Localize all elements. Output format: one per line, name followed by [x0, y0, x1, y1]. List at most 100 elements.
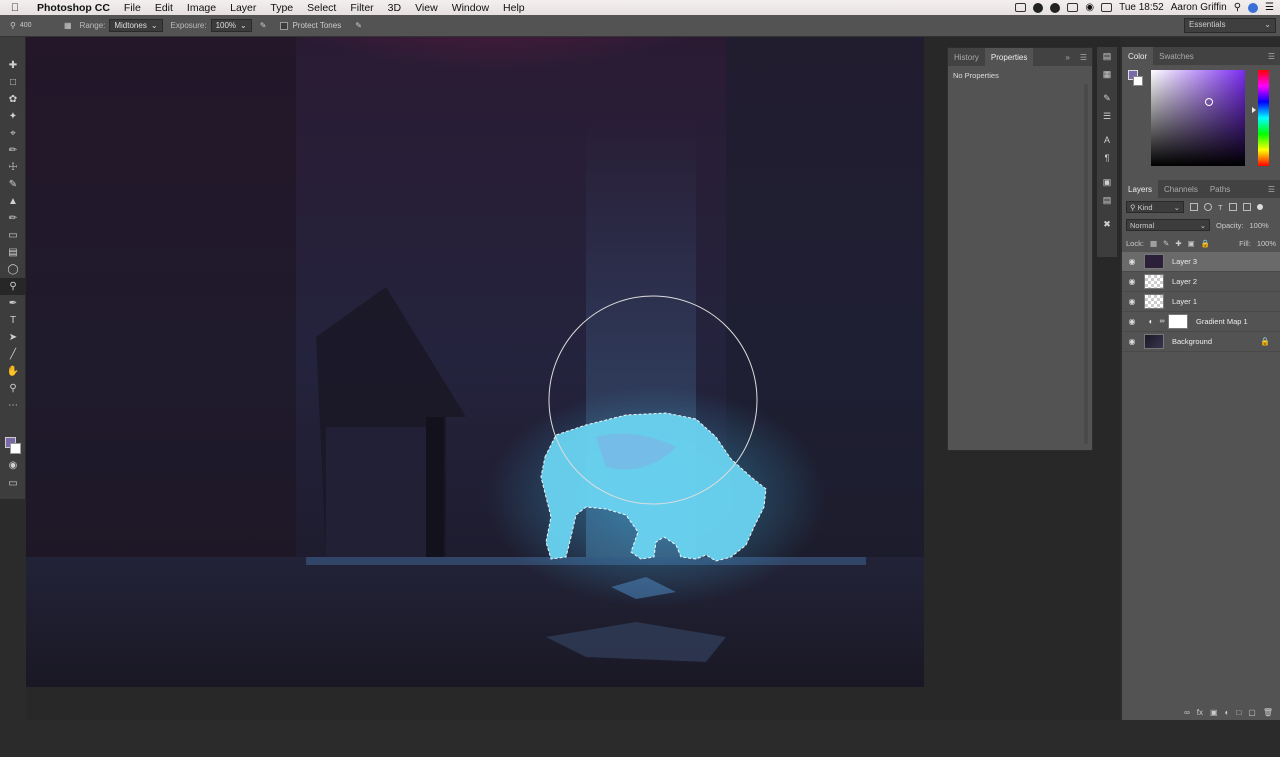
workspace-switcher[interactable]: Essentials ⌄ [1184, 18, 1276, 33]
history-icon[interactable]: ▤ [1097, 47, 1117, 65]
layer-row-gradient-map[interactable]: ◉ ◐ ∞ Gradient Map 1 [1122, 312, 1280, 332]
paragraph-icon[interactable]: ¶ [1097, 149, 1117, 167]
pressure-size-icon[interactable]: ✎ [355, 21, 362, 30]
lock-position-icon[interactable]: ✚ [1175, 239, 1181, 248]
layer-row-background[interactable]: ◉ Background 🔒 [1122, 332, 1280, 352]
visibility-eye-icon[interactable]: ◉ [1122, 297, 1142, 306]
new-group-icon[interactable]: □ [1236, 708, 1241, 717]
tab-channels[interactable]: Channels [1158, 180, 1204, 198]
menu-window[interactable]: Window [445, 2, 496, 14]
protect-tones-checkbox[interactable] [280, 21, 289, 30]
libraries-icon[interactable]: ▣ [1097, 173, 1117, 191]
panel-menu-icon[interactable]: ☰ [1075, 53, 1092, 62]
panel-menu-icon[interactable]: ☰ [1263, 185, 1280, 194]
collapse-panel-icon[interactable]: » [1060, 53, 1074, 62]
visibility-eye-icon[interactable]: ◉ [1122, 317, 1142, 326]
menu-user[interactable]: Aaron Griffin [1171, 2, 1227, 13]
layer-row-layer-3[interactable]: ◉ Layer 3 [1122, 252, 1280, 272]
lasso-tool-icon[interactable]: ✿ [0, 91, 26, 108]
menu-view[interactable]: View [408, 2, 445, 14]
background-color-swatch[interactable] [10, 443, 21, 454]
smart-object-filter-icon[interactable] [1242, 203, 1251, 211]
menu-select[interactable]: Select [300, 2, 343, 14]
layer-name[interactable]: Layer 3 [1172, 257, 1197, 266]
character-icon[interactable]: A [1097, 131, 1117, 149]
layer-name[interactable]: Background [1172, 337, 1212, 346]
line-tool-icon[interactable]: ╱ [0, 346, 26, 363]
layer-filter-kind[interactable]: ⚲ Kind ⌄ [1126, 201, 1184, 213]
airbrush-icon[interactable]: ✎ [260, 21, 267, 30]
fill-value[interactable]: 100% [1257, 239, 1276, 248]
panel-menu-icon[interactable]: ☰ [1263, 52, 1280, 61]
crop-tool-icon[interactable]: ⌖ [0, 125, 26, 142]
path-select-tool-icon[interactable]: ➤ [0, 329, 26, 346]
quick-mask-icon[interactable]: ◉ [0, 457, 26, 474]
menu-3d[interactable]: 3D [381, 2, 408, 14]
magic-wand-tool-icon[interactable]: ✦ [0, 108, 26, 125]
delete-layer-icon[interactable]: 🗑 [1263, 708, 1273, 717]
brush-panel-icon[interactable]: ▦ [64, 21, 72, 30]
move-tool-icon[interactable]: ✚ [0, 57, 26, 74]
battery-icon[interactable] [1101, 3, 1113, 12]
sync-icon[interactable] [1050, 2, 1061, 13]
layer-mask-thumbnail[interactable] [1168, 314, 1188, 329]
menu-filter[interactable]: Filter [343, 2, 380, 14]
lock-artboard-icon[interactable]: ▣ [1188, 239, 1195, 248]
add-mask-icon[interactable]: ▣ [1210, 708, 1218, 717]
tab-history[interactable]: History [948, 48, 985, 66]
adjustment-layer-icon[interactable]: ◐ [1144, 317, 1158, 326]
more-tools-icon[interactable]: ⋯ [0, 397, 26, 414]
lock-transparency-icon[interactable]: ▦ [1150, 239, 1157, 248]
hue-slider[interactable] [1258, 70, 1269, 166]
properties-scrollbar[interactable] [1084, 84, 1088, 444]
tab-swatches[interactable]: Swatches [1153, 47, 1200, 65]
opacity-value[interactable]: 100% [1250, 221, 1269, 230]
eyedropper-tool-icon[interactable]: ✏ [0, 142, 26, 159]
pen-tool-icon[interactable]: ✒ [0, 295, 26, 312]
stamp-tool-icon[interactable]: ▲ [0, 193, 26, 210]
menu-file[interactable]: File [117, 2, 148, 14]
menu-image[interactable]: Image [180, 2, 223, 14]
type-tool-icon[interactable]: T [0, 312, 26, 329]
color-picker-ring[interactable] [1205, 98, 1213, 106]
new-layer-icon[interactable]: ▢ [1248, 708, 1256, 717]
screen-mode-icon[interactable]: ▭ [0, 475, 26, 492]
apple-menu-icon[interactable]:  [0, 2, 30, 14]
pixel-filter-icon[interactable] [1190, 203, 1198, 211]
creative-cloud-icon[interactable] [1033, 2, 1044, 13]
range-select[interactable]: Midtones ⌄ [109, 19, 163, 32]
notification-center-icon[interactable]: ☰ [1265, 2, 1274, 13]
canvas[interactable] [26, 37, 924, 687]
menu-layer[interactable]: Layer [223, 2, 263, 14]
menu-edit[interactable]: Edit [148, 2, 180, 14]
menu-photoshop[interactable]: Photoshop CC [30, 2, 117, 14]
tools-presets-icon[interactable]: ✖ [1097, 215, 1117, 233]
lock-all-icon[interactable]: 🔒 [1201, 239, 1210, 248]
menu-clock[interactable]: Tue 18:52 [1119, 2, 1164, 13]
menu-type[interactable]: Type [263, 2, 300, 14]
styles-icon[interactable]: ▤ [1097, 191, 1117, 209]
dodge-tool-icon[interactable]: ⚲ [0, 278, 26, 295]
layer-thumbnail[interactable] [1144, 254, 1164, 269]
brush-settings-icon[interactable]: ✎ [1097, 89, 1117, 107]
visibility-eye-icon[interactable]: ◉ [1122, 337, 1142, 346]
layer-name[interactable]: Layer 2 [1172, 277, 1197, 286]
tool-preset-picker[interactable]: ⚲ 400 [0, 15, 60, 37]
layer-thumbnail[interactable] [1144, 334, 1164, 349]
brush-tool-icon[interactable]: ✎ [0, 176, 26, 193]
exposure-input[interactable]: 100% ⌄ [210, 19, 252, 32]
layer-name[interactable]: Gradient Map 1 [1196, 317, 1248, 326]
tab-paths[interactable]: Paths [1204, 180, 1236, 198]
tab-properties[interactable]: Properties [984, 48, 1034, 66]
hand-tool-icon[interactable]: ✋ [0, 363, 26, 380]
history-brush-tool-icon[interactable]: ✏ [0, 210, 26, 227]
marquee-tool-icon[interactable]: □ [0, 74, 26, 91]
siri-icon[interactable] [1248, 2, 1259, 13]
gradient-tool-icon[interactable]: ▤ [0, 244, 26, 261]
new-adjustment-icon[interactable]: ◐ [1225, 708, 1230, 717]
properties-icon[interactable]: ▦ [1097, 65, 1117, 83]
airplay-icon[interactable] [1067, 3, 1079, 12]
screen-record-icon[interactable] [1015, 3, 1027, 12]
brush-size-value[interactable]: 400 [20, 22, 32, 29]
layer-row-layer-1[interactable]: ◉ Layer 1 [1122, 292, 1280, 312]
